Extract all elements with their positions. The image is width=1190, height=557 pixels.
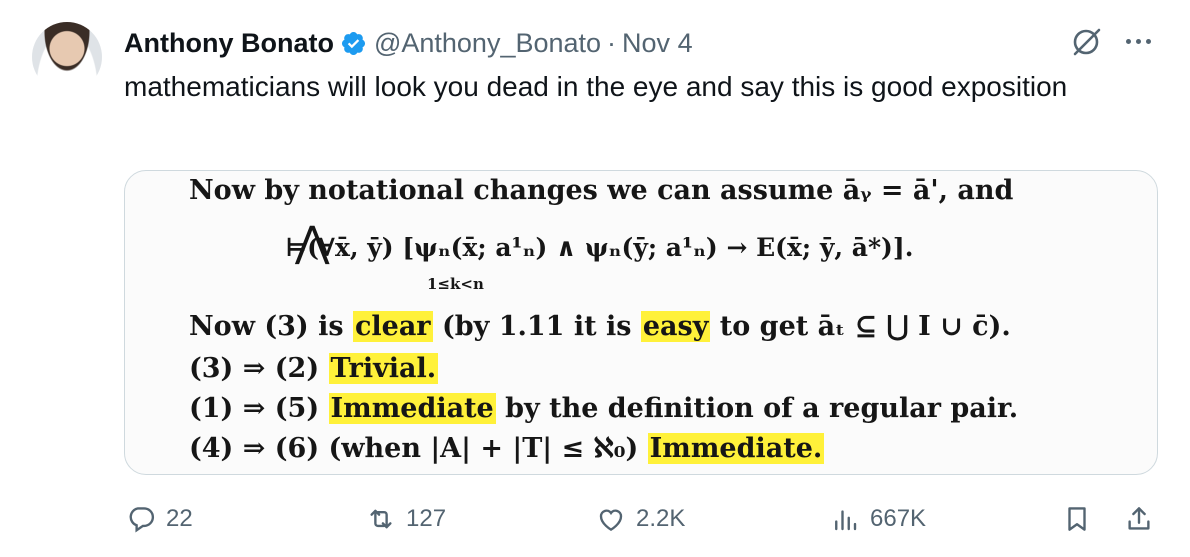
repost-count: 127 [406, 505, 447, 532]
grok-icon[interactable] [1070, 24, 1104, 58]
math-line-5: (1) ⇒ (5) Immediate by the definition of… [189, 393, 1018, 424]
tweet-header: Anthony Bonato @Anthony_Bonato · Nov 4 [124, 26, 693, 60]
views-count: 667K [870, 505, 927, 532]
reply-count: 22 [166, 505, 193, 532]
repost-icon [370, 509, 392, 529]
repost-button[interactable]: 127 [366, 504, 446, 534]
separator-dot: · [607, 28, 617, 58]
bookmark-icon [1068, 507, 1086, 531]
math-line-2: ⊨(∀x̄, ȳ) [ψₙ(x̄; a¹ₙ) ∧ ψₙ(ȳ; a¹ₙ) → E(… [285, 233, 914, 262]
action-bar: 22 127 2.2K 667K [0, 496, 1190, 546]
views-button[interactable]: 667K [830, 504, 926, 534]
like-icon [599, 509, 623, 531]
share-button[interactable] [1124, 504, 1154, 534]
math-text: (4) ⇒ (6) (when |A| + |T| ≤ ℵ₀) [189, 433, 648, 464]
math-line-3: Now (3) is clear (by 1.11 it is easy to … [189, 311, 1011, 342]
highlighted-word: Immediate [328, 393, 496, 424]
highlighted-word: easy [640, 311, 711, 342]
author-handle[interactable]: @Anthony_Bonato [374, 26, 601, 60]
bookmark-button[interactable] [1062, 504, 1092, 534]
reply-button[interactable]: 22 [126, 504, 193, 534]
math-line-6: (4) ⇒ (6) (when |A| + |T| ≤ ℵ₀) Immediat… [189, 433, 825, 464]
math-line-1: Now by notational changes we can assume … [189, 175, 1014, 206]
math-text: (by 1.11 it is [432, 311, 641, 342]
share-icon [1128, 507, 1150, 530]
verified-badge-icon[interactable] [340, 30, 367, 57]
like-button[interactable]: 2.2K [596, 504, 685, 534]
math-text: Now (3) is [189, 311, 353, 342]
math-text: to get āₜ ⊆ ⋃ I ∪ c̄). [710, 311, 1011, 342]
tweet-media-image[interactable]: Now by notational changes we can assume … [124, 170, 1158, 475]
more-icon[interactable] [1118, 25, 1158, 57]
tweet-date[interactable]: Nov 4 [622, 26, 693, 60]
highlighted-word: Immediate. [647, 433, 825, 464]
highlighted-word: Trivial. [328, 353, 439, 384]
math-text: by the definition of a regular pair. [495, 393, 1019, 424]
wedge-subscript: 1≤k<n [427, 275, 484, 293]
math-line-4: (3) ⇒ (2) Trivial. [189, 353, 439, 384]
avatar[interactable] [32, 22, 102, 92]
like-count: 2.2K [636, 505, 686, 532]
math-text: (3) ⇒ (2) [189, 353, 329, 384]
big-wedge-symbol: ⋀ [295, 217, 330, 266]
views-icon [835, 510, 857, 531]
tweet-text: mathematicians will look you dead in the… [124, 71, 1068, 102]
reply-icon [129, 507, 155, 533]
highlighted-word: clear [352, 311, 433, 342]
author-display-name[interactable]: Anthony Bonato [124, 26, 334, 60]
math-text: (1) ⇒ (5) [189, 393, 329, 424]
